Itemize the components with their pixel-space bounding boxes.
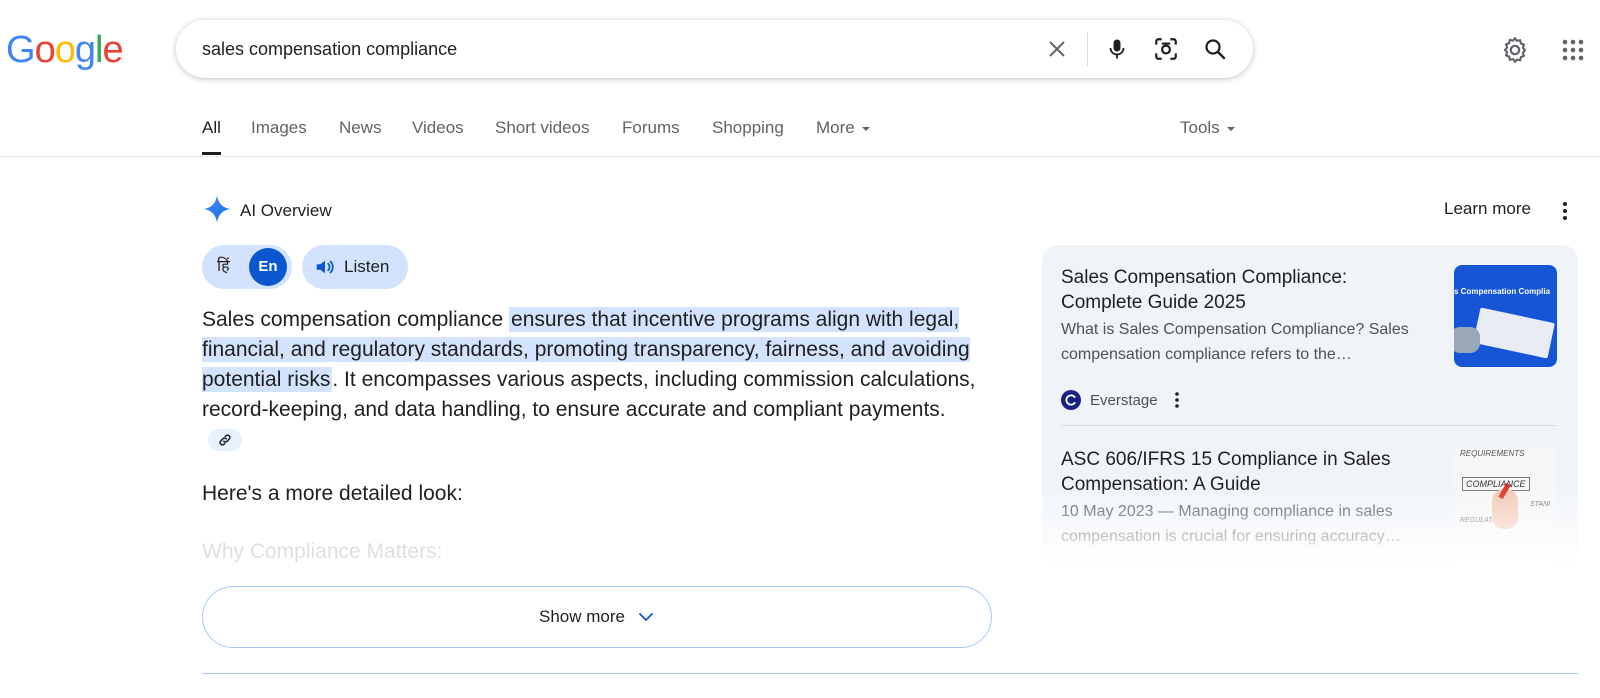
- thumbnail-document: [1473, 307, 1555, 359]
- clear-icon[interactable]: [1042, 34, 1072, 64]
- settings-gear-icon[interactable]: [1499, 34, 1531, 66]
- source-site[interactable]: Everstage: [1061, 387, 1180, 413]
- tools-button[interactable]: Tools: [1180, 115, 1235, 155]
- logo-letter: e: [102, 29, 123, 71]
- source-title[interactable]: ASC 606/IFRS 15 Compliance in Sales Comp…: [1061, 447, 1431, 497]
- listen-button[interactable]: Listen: [302, 245, 408, 289]
- language-hindi-button[interactable]: हिं: [217, 245, 230, 289]
- tab-more[interactable]: More: [816, 115, 870, 155]
- language-english-button[interactable]: En: [249, 248, 287, 286]
- source-thumbnail[interactable]: REQUIREMENTS COMPLIANCE REGULATIONS STAN…: [1454, 447, 1557, 565]
- thumbnail-hand: [1492, 489, 1518, 529]
- lens-icon[interactable]: [1151, 34, 1181, 64]
- ai-overview-title: AI Overview: [240, 201, 332, 220]
- source-options-icon[interactable]: [1174, 390, 1180, 410]
- thumbnail-label: REGULATIONS: [1460, 517, 1510, 524]
- tab-label: Short videos: [495, 118, 590, 137]
- thumbnail-hand: [1454, 327, 1480, 353]
- tab-label: Videos: [412, 118, 464, 137]
- chevron-down-icon: [637, 608, 655, 626]
- show-more-button[interactable]: Show more: [202, 586, 992, 648]
- source-title[interactable]: Sales Compensation Compliance: Complete …: [1061, 265, 1431, 315]
- tab-label: More: [816, 118, 855, 137]
- tab-label: All: [202, 118, 221, 137]
- language-toggle: हिं En: [202, 245, 292, 289]
- search-divider: [1087, 32, 1088, 66]
- ai-text: Sales compensation compliance: [202, 308, 510, 331]
- search-box: [176, 20, 1253, 78]
- speaker-icon: [314, 256, 336, 278]
- tab-videos[interactable]: Videos: [412, 115, 464, 155]
- logo-letter: o: [34, 29, 56, 71]
- microphone-icon[interactable]: [1102, 34, 1132, 64]
- ai-overview-header: AI Overview: [202, 194, 332, 229]
- thumbnail-label: STANI: [1530, 501, 1551, 508]
- listen-label: Listen: [344, 257, 390, 276]
- everstage-favicon: [1061, 390, 1081, 410]
- tab-images[interactable]: Images: [251, 115, 307, 155]
- thumbnail-caption: s Compensation Complia: [1454, 287, 1551, 296]
- apps-grid-icon[interactable]: [1557, 34, 1589, 66]
- logo-letter: o: [54, 29, 76, 71]
- source-thumbnail[interactable]: s Compensation Complia: [1454, 265, 1557, 367]
- show-more-label: Show more: [539, 607, 625, 626]
- tab-label: Tools: [1180, 118, 1220, 137]
- thumbnail-marker: [1498, 482, 1511, 500]
- ai-faded-heading: Why Compliance Matters:: [202, 540, 443, 563]
- source-card[interactable]: ASC 606/IFRS 15 Compliance in Sales Comp…: [1061, 447, 1557, 565]
- source-snippet: What is Sales Compensation Compliance? S…: [1061, 321, 1409, 363]
- more-options-icon[interactable]: [1555, 199, 1575, 223]
- tab-label: Forums: [622, 118, 680, 137]
- search-input[interactable]: [202, 20, 1002, 78]
- tab-forums[interactable]: Forums: [622, 115, 680, 155]
- thumbnail-label: COMPLIANCE: [1462, 477, 1530, 491]
- logo-letter: G: [6, 29, 36, 71]
- source-card[interactable]: Sales Compensation Compliance: Complete …: [1061, 265, 1557, 425]
- tab-label: Images: [251, 118, 307, 137]
- sources-panel: Sales Compensation Compliance: Complete …: [1042, 245, 1578, 565]
- section-divider: [202, 673, 1578, 674]
- thumbnail-label: REQUIREMENTS: [1460, 449, 1525, 458]
- gemini-sparkle-icon: [202, 194, 232, 229]
- logo-letter: g: [74, 29, 96, 71]
- search-icon[interactable]: [1200, 34, 1230, 64]
- source-snippet: 10 May 2023 — Managing compliance in sal…: [1061, 503, 1401, 545]
- google-logo[interactable]: Google: [6, 29, 124, 71]
- tab-label: Shopping: [712, 118, 784, 137]
- citation-link-icon[interactable]: [208, 429, 242, 452]
- logo-letter: l: [94, 29, 104, 71]
- learn-more-link[interactable]: Learn more: [1444, 199, 1531, 219]
- header-divider: [0, 156, 1600, 157]
- source-site-name: Everstage: [1090, 391, 1158, 409]
- tab-all[interactable]: All: [202, 115, 221, 155]
- tab-short-videos[interactable]: Short videos: [495, 115, 590, 155]
- caret-down-icon: [861, 126, 870, 131]
- ai-overview-paragraph: Sales compensation compliance ensures th…: [202, 305, 977, 455]
- caret-down-icon: [1226, 126, 1235, 131]
- tab-shopping[interactable]: Shopping: [712, 115, 784, 155]
- tab-label: News: [339, 118, 382, 137]
- tab-news[interactable]: News: [339, 115, 382, 155]
- source-divider: [1061, 425, 1557, 426]
- ai-detail-intro: Here's a more detailed look:: [202, 482, 463, 505]
